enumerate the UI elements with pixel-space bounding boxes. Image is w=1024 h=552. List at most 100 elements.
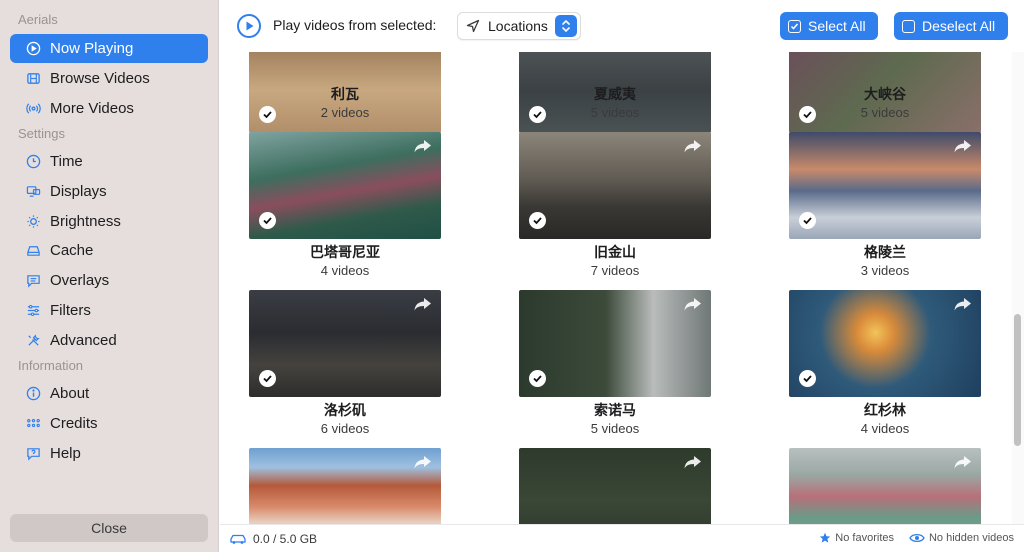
location-name: 夏威夷 bbox=[594, 86, 636, 102]
sidebar-item-time[interactable]: Time bbox=[10, 147, 208, 176]
film-icon bbox=[24, 70, 42, 88]
tools-icon bbox=[24, 332, 42, 350]
section-header-settings: Settings bbox=[18, 126, 65, 141]
sidebar-item-label: Help bbox=[50, 445, 81, 462]
sidebar-item-overlays[interactable]: Overlays bbox=[10, 266, 208, 295]
sidebar-item-cache[interactable]: Cache bbox=[10, 236, 208, 265]
favorites-label: No favorites bbox=[835, 532, 894, 544]
sidebar-item-about[interactable]: About bbox=[10, 379, 208, 408]
sidebar-item-advanced[interactable]: Advanced bbox=[10, 326, 208, 355]
location-count: 5 videos bbox=[590, 421, 640, 436]
checkbox-empty-icon bbox=[902, 19, 915, 33]
video-thumbnail[interactable] bbox=[249, 132, 441, 239]
sidebar-item-label: More Videos bbox=[50, 100, 134, 117]
share-icon[interactable] bbox=[413, 296, 433, 312]
share-icon[interactable] bbox=[683, 454, 703, 470]
sun-icon bbox=[24, 213, 42, 231]
checkmark-icon[interactable] bbox=[259, 212, 276, 229]
video-thumbnail[interactable] bbox=[789, 448, 981, 524]
deselect-all-button[interactable]: Deselect All bbox=[894, 12, 1008, 40]
video-thumbnail[interactable] bbox=[249, 290, 441, 397]
sidebar-item-displays[interactable]: Displays bbox=[10, 177, 208, 206]
share-icon[interactable] bbox=[683, 138, 703, 154]
sidebar-item-brightness[interactable]: Brightness bbox=[10, 207, 208, 236]
source-select[interactable]: Locations bbox=[457, 12, 581, 40]
sidebar-item-label: Displays bbox=[50, 183, 107, 200]
sidebar-item-credits[interactable]: Credits bbox=[10, 409, 208, 438]
share-icon[interactable] bbox=[413, 138, 433, 154]
sidebar-item-label: Brightness bbox=[50, 213, 121, 230]
sidebar-item-label: Advanced bbox=[50, 332, 117, 349]
sidebar-item-label: Browse Videos bbox=[50, 70, 150, 87]
share-icon[interactable] bbox=[953, 296, 973, 312]
video-thumbnail[interactable] bbox=[789, 290, 981, 397]
location-name: 洛杉矶 bbox=[324, 402, 366, 418]
star-icon bbox=[820, 532, 831, 543]
play-circle-icon[interactable] bbox=[236, 13, 262, 39]
location-name: 旧金山 bbox=[594, 244, 636, 260]
scrollbar-track[interactable] bbox=[1012, 52, 1024, 524]
location-count: 4 videos bbox=[320, 263, 370, 278]
car-icon bbox=[230, 534, 246, 544]
text-bubble-icon bbox=[24, 272, 42, 290]
location-name: 大峡谷 bbox=[864, 86, 906, 102]
sidebar-item-label: About bbox=[50, 385, 90, 402]
sidebar-item-label: Credits bbox=[50, 415, 98, 432]
broadcast-icon bbox=[24, 100, 42, 118]
select-all-button[interactable]: Select All bbox=[780, 12, 878, 40]
sidebar-item-help[interactable]: Help bbox=[10, 439, 208, 468]
play-circle-icon bbox=[24, 40, 42, 58]
close-button[interactable]: Close bbox=[10, 514, 208, 542]
scrollbar-thumb[interactable] bbox=[1014, 314, 1021, 446]
sidebar-item-label: Time bbox=[50, 153, 83, 170]
location-name: 巴塔哥尼亚 bbox=[310, 244, 380, 260]
section-header-aerials: Aerials bbox=[18, 12, 58, 27]
video-thumbnail[interactable] bbox=[789, 132, 981, 239]
video-thumbnail[interactable] bbox=[249, 448, 441, 524]
video-thumbnail[interactable] bbox=[519, 448, 711, 524]
checkmark-icon[interactable] bbox=[259, 370, 276, 387]
share-icon[interactable] bbox=[413, 454, 433, 470]
location-name: 红杉林 bbox=[864, 402, 906, 418]
source-select-value: Locations bbox=[488, 18, 548, 34]
status-bar: 0.0 / 5.0 GB No favorites No hidden vide… bbox=[220, 524, 1024, 552]
drive-icon bbox=[24, 242, 42, 260]
help-bubble-icon bbox=[24, 445, 42, 463]
checkmark-icon[interactable] bbox=[529, 370, 546, 387]
share-icon[interactable] bbox=[953, 454, 973, 470]
location-count: 4 videos bbox=[860, 421, 910, 436]
clock-icon bbox=[24, 153, 42, 171]
share-icon[interactable] bbox=[683, 296, 703, 312]
share-icon[interactable] bbox=[953, 138, 973, 154]
favorites-status[interactable]: No favorites bbox=[819, 532, 894, 544]
deselect-all-label: Deselect All bbox=[922, 18, 996, 34]
sidebar-item-label: Filters bbox=[50, 302, 91, 319]
location-count: 5 videos bbox=[860, 105, 910, 120]
checkmark-icon[interactable] bbox=[799, 370, 816, 387]
sidebar-item-label: Overlays bbox=[50, 272, 110, 289]
sidebar-item-label: Now Playing bbox=[50, 40, 134, 57]
location-arrow-icon bbox=[466, 19, 480, 33]
toolbar: Play videos from selected: Locations Sel… bbox=[220, 0, 1024, 52]
video-thumbnail[interactable] bbox=[519, 290, 711, 397]
sidebar-item-more-videos[interactable]: More Videos bbox=[10, 94, 208, 123]
section-header-information: Information bbox=[18, 358, 84, 373]
location-count: 2 videos bbox=[320, 105, 370, 120]
play-videos-label: Play videos from selected: bbox=[273, 17, 437, 33]
location-count: 7 videos bbox=[590, 263, 640, 278]
video-thumbnail[interactable] bbox=[519, 132, 711, 239]
checkmark-icon[interactable] bbox=[529, 212, 546, 229]
location-name: 格陵兰 bbox=[864, 244, 906, 260]
location-count: 5 videos bbox=[590, 105, 640, 120]
sliders-icon bbox=[24, 302, 42, 320]
locations-grid: 利瓦 2 videos 夏威夷 5 videos 大峡谷 5 videos 巴塔… bbox=[220, 52, 1012, 524]
sidebar-item-now-playing[interactable]: Now Playing bbox=[10, 34, 208, 63]
hidden-status[interactable]: No hidden videos bbox=[909, 532, 1014, 544]
people-icon bbox=[24, 415, 42, 433]
displays-icon bbox=[24, 183, 42, 201]
sidebar-item-filters[interactable]: Filters bbox=[10, 296, 208, 325]
sidebar-item-browse-videos[interactable]: Browse Videos bbox=[10, 64, 208, 93]
checkmark-icon[interactable] bbox=[799, 212, 816, 229]
location-count: 3 videos bbox=[860, 263, 910, 278]
storage-usage: 0.0 / 5.0 GB bbox=[253, 532, 318, 546]
